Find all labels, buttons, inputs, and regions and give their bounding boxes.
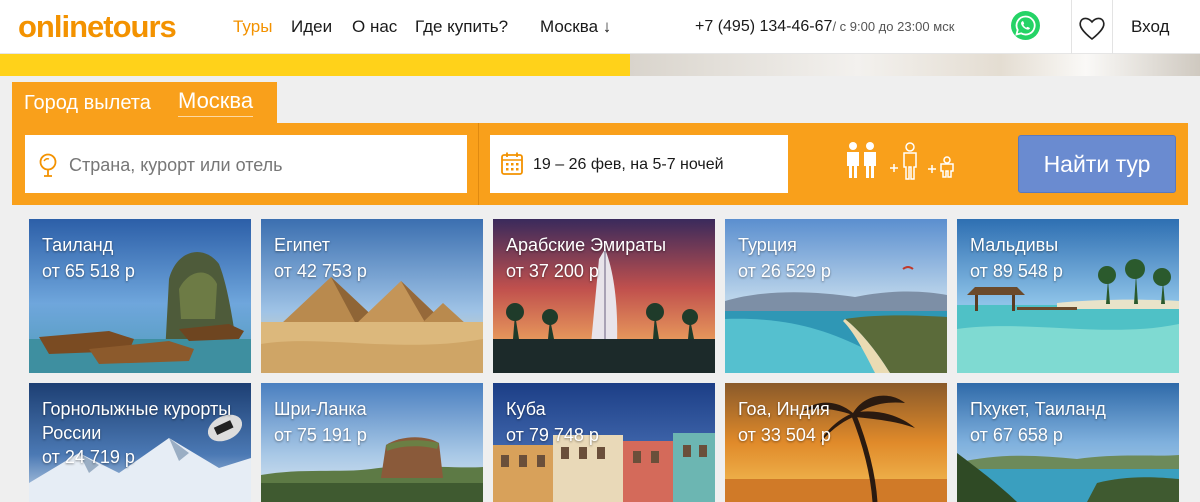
destination-card-cuba[interactable]: Куба от 79 748 р	[493, 383, 715, 502]
whatsapp-icon[interactable]	[1011, 11, 1040, 40]
promo-banner[interactable]	[0, 54, 630, 76]
header-divider	[1112, 0, 1113, 54]
nav-about[interactable]: О нас	[352, 17, 397, 37]
add-child-icon	[928, 156, 954, 178]
destination-title: Таиланд	[42, 235, 114, 255]
nav-ideas[interactable]: Идеи	[291, 17, 332, 37]
heart-icon[interactable]	[1076, 12, 1108, 44]
destination-card-ski-resorts[interactable]: Горнолыжные курорты России от 24 719 р	[29, 383, 251, 502]
destination-title: Мальдивы	[970, 235, 1059, 255]
destination-title: Горнолыжные курорты России	[42, 399, 232, 443]
schedule: / с 9:00 до 23:00 мск	[832, 19, 955, 34]
find-tour-button[interactable]: Найти тур	[1018, 135, 1176, 193]
destination-price: от 65 518 р	[42, 261, 135, 281]
promo-banner-image[interactable]	[630, 54, 1200, 76]
destination-title: Куба	[506, 399, 546, 419]
departure-city-value[interactable]: Москва	[178, 88, 254, 117]
site-header: onlinetours Туры Идеи О нас Где купить? …	[0, 0, 1200, 54]
destination-card-maldives[interactable]: Мальдивы от 89 548 р	[957, 219, 1179, 373]
add-adult-icon	[890, 142, 917, 180]
destination-card-egypt[interactable]: Египет от 42 753 р	[261, 219, 483, 373]
destination-input[interactable]: Страна, курорт или отель	[25, 135, 467, 193]
phone-number[interactable]: +7 (495) 134-46-67	[695, 18, 832, 35]
destination-title: Гоа, Индия	[738, 399, 830, 419]
destination-title: Турция	[738, 235, 797, 255]
header-divider	[1071, 0, 1072, 54]
destination-price: от 37 200 р	[506, 261, 599, 281]
destination-card-sri-lanka[interactable]: Шри-Ланка от 75 191 р	[261, 383, 483, 502]
destination-title: Шри-Ланка	[274, 399, 367, 419]
destination-price: от 42 753 р	[274, 261, 367, 281]
destination-title: Египет	[274, 235, 331, 255]
destination-card-turkey[interactable]: Турция от 26 529 р	[725, 219, 947, 373]
departure-label: Город вылета	[24, 92, 151, 114]
destination-card-goa-india[interactable]: Гоа, Индия от 33 504 р	[725, 383, 947, 502]
location-pin-icon	[39, 153, 57, 177]
destination-price: от 67 658 р	[970, 425, 1063, 445]
destination-title: Арабские Эмираты	[506, 235, 667, 255]
date-range-value: 19 – 26 фев, на 5-7 ночей	[533, 156, 724, 173]
nav-where-to-buy[interactable]: Где купить?	[415, 17, 508, 37]
calendar-icon	[501, 152, 523, 175]
destination-placeholder: Страна, курорт или отель	[69, 155, 283, 175]
two-adults-icon	[847, 142, 876, 178]
date-picker[interactable]: 19 – 26 фев, на 5-7 ночей	[490, 135, 788, 193]
departure-city-tab[interactable]: Город вылета Москва	[12, 82, 277, 124]
nav-tours[interactable]: Туры	[233, 17, 272, 37]
destination-card-uae[interactable]: Арабские Эмираты от 37 200 р	[493, 219, 715, 373]
destination-price: от 79 748 р	[506, 425, 599, 445]
destination-price: от 26 529 р	[738, 261, 831, 281]
destination-price: от 33 504 р	[738, 425, 831, 445]
search-divider	[478, 123, 479, 205]
phone-block: +7 (495) 134-46-67/ с 9:00 до 23:00 мск	[695, 17, 954, 37]
destination-price: от 75 191 р	[274, 425, 367, 445]
destination-price: от 89 548 р	[970, 261, 1063, 281]
logo[interactable]: onlinetours	[18, 10, 177, 44]
city-selector[interactable]: Москва ↓	[540, 17, 611, 37]
tourists-selector[interactable]	[844, 141, 974, 187]
destination-card-phuket[interactable]: Пхукет, Таиланд от 67 658 р	[957, 383, 1179, 502]
search-form: Страна, курорт или отель 19 – 26 фев, на…	[12, 123, 1188, 205]
login-link[interactable]: Вход	[1131, 17, 1169, 37]
destination-title: Пхукет, Таиланд	[970, 399, 1106, 419]
destination-price: от 24 719 р	[42, 447, 135, 467]
destination-card-thailand[interactable]: Таиланд от 65 518 р	[29, 219, 251, 373]
